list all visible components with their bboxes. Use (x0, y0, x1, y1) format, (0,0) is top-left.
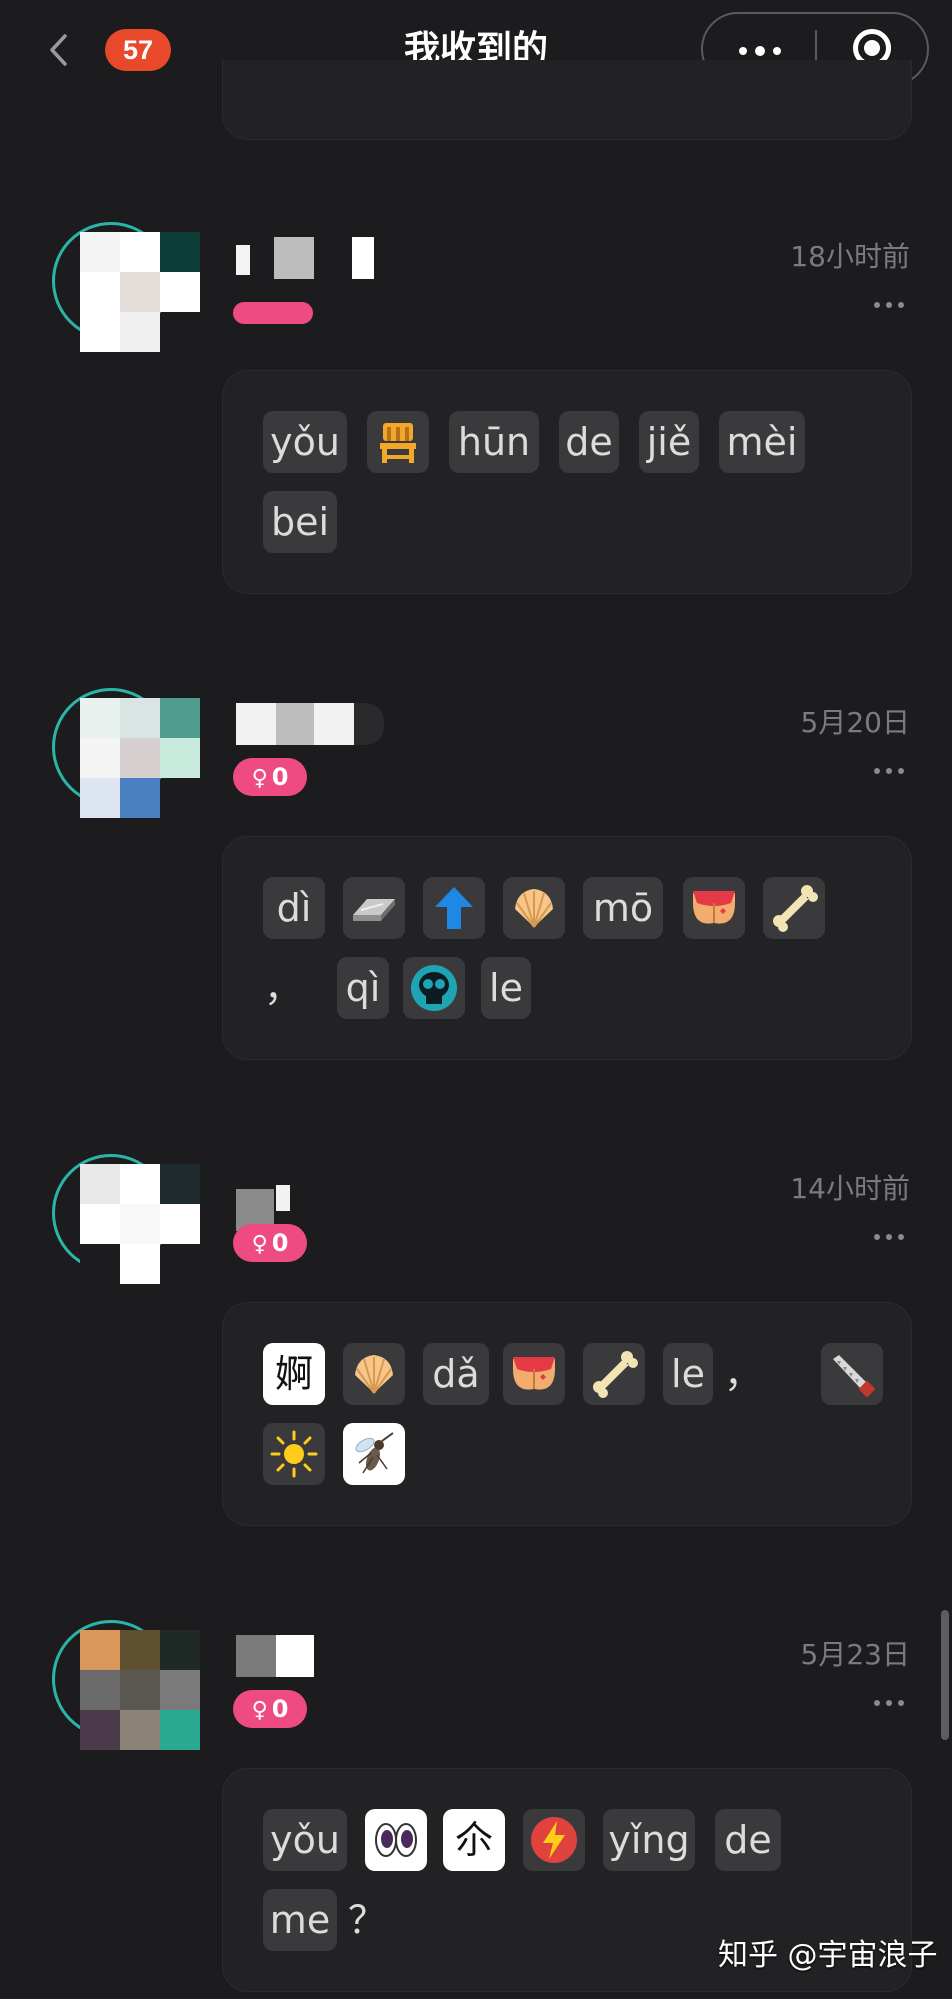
gender-tag (233, 302, 313, 324)
pinyin-chip: bei (263, 491, 337, 553)
tag-count: 0 (271, 763, 289, 791)
more-dots-icon-center (755, 46, 765, 56)
avatar[interactable] (52, 1154, 202, 1284)
character-chip: 尒 (443, 1809, 505, 1871)
pinyin-chip: yǐng (603, 1809, 695, 1871)
pinyin-chip: qì (337, 957, 389, 1019)
punctuation: ， (263, 966, 302, 1010)
female-icon: ♀ (251, 766, 268, 791)
pixelated-avatar-image (80, 1164, 200, 1284)
pinyin-chip: mèi (719, 411, 805, 473)
avatar[interactable] (52, 688, 202, 818)
pixelated-avatar-image (80, 698, 200, 818)
female-icon: ♀ (251, 1232, 268, 1257)
comment-card: dì mō ， qì le (222, 836, 912, 1060)
pinyin-chip: dǎ (423, 1343, 489, 1405)
comment-time: 18小时前 (790, 240, 910, 273)
more-dots-icon-right (773, 47, 781, 55)
pinyin-chip: hūn (449, 411, 539, 473)
comment-card: 婀 dǎ le ， (222, 1302, 912, 1526)
punctuation: ， (723, 1352, 762, 1396)
zhihu-watermark: 知乎 @宇宙浪子 (718, 1938, 938, 1973)
more-icon[interactable] (874, 1232, 906, 1242)
scrollbar[interactable] (941, 1610, 949, 1740)
bone-icon (763, 877, 825, 939)
sun-icon (263, 1423, 325, 1485)
pinyin-chip: le (481, 957, 531, 1019)
character-chip: 婀 (263, 1343, 325, 1405)
shell-icon (503, 877, 565, 939)
mosquito-icon (343, 1423, 405, 1485)
pinyin-chip: le (663, 1343, 713, 1405)
pixelated-avatar-image (80, 232, 200, 352)
pinyin-chip: yǒu (263, 1809, 347, 1871)
eyes-icon (365, 1809, 427, 1871)
previous-comment-card (222, 60, 912, 140)
pinyin-chip: jiě (639, 411, 699, 473)
avatar[interactable] (52, 222, 202, 352)
unread-count-badge[interactable]: 57 (105, 29, 171, 71)
pinyin-chip: yǒu (263, 411, 347, 473)
female-icon: ♀ (251, 1698, 268, 1723)
more-dots-icon (739, 47, 747, 55)
tag-count: 0 (271, 1229, 289, 1257)
saw-icon (821, 1343, 883, 1405)
lightning-icon (523, 1809, 585, 1871)
pinyin-chip: dì (263, 877, 325, 939)
shell-icon (343, 1343, 405, 1405)
more-icon[interactable] (874, 1698, 906, 1708)
skull-icon (403, 957, 465, 1019)
up-arrow-icon (423, 877, 485, 939)
tag-count: 0 (271, 1695, 289, 1723)
comment-time: 5月23日 (800, 1638, 910, 1671)
more-icon[interactable] (874, 766, 906, 776)
butt-icon (683, 877, 745, 939)
pinyin-chip: me (263, 1889, 337, 1951)
avatar[interactable] (52, 1620, 202, 1750)
more-icon[interactable] (874, 300, 906, 310)
comment-time: 14小时前 (790, 1172, 910, 1205)
pinyin-chip: mō (583, 877, 663, 939)
punctuation: ？ (347, 1898, 386, 1942)
back-arrow-icon[interactable] (40, 30, 80, 70)
chair-icon (367, 411, 429, 473)
pixelated-avatar-image (80, 1630, 200, 1750)
butt-icon (503, 1343, 565, 1405)
comment-time: 5月20日 (800, 706, 910, 739)
gender-tag: ♀ 0 (233, 1224, 307, 1262)
bone-icon (583, 1343, 645, 1405)
target-circle-dot (864, 40, 880, 56)
silver-bar-icon (343, 877, 405, 939)
gender-tag: ♀ 0 (233, 758, 307, 796)
gender-tag: ♀ 0 (233, 1690, 307, 1728)
pinyin-chip: de (559, 411, 619, 473)
pinyin-chip: de (715, 1809, 781, 1871)
comment-card: yǒu hūn de jiě mèi bei (222, 370, 912, 594)
